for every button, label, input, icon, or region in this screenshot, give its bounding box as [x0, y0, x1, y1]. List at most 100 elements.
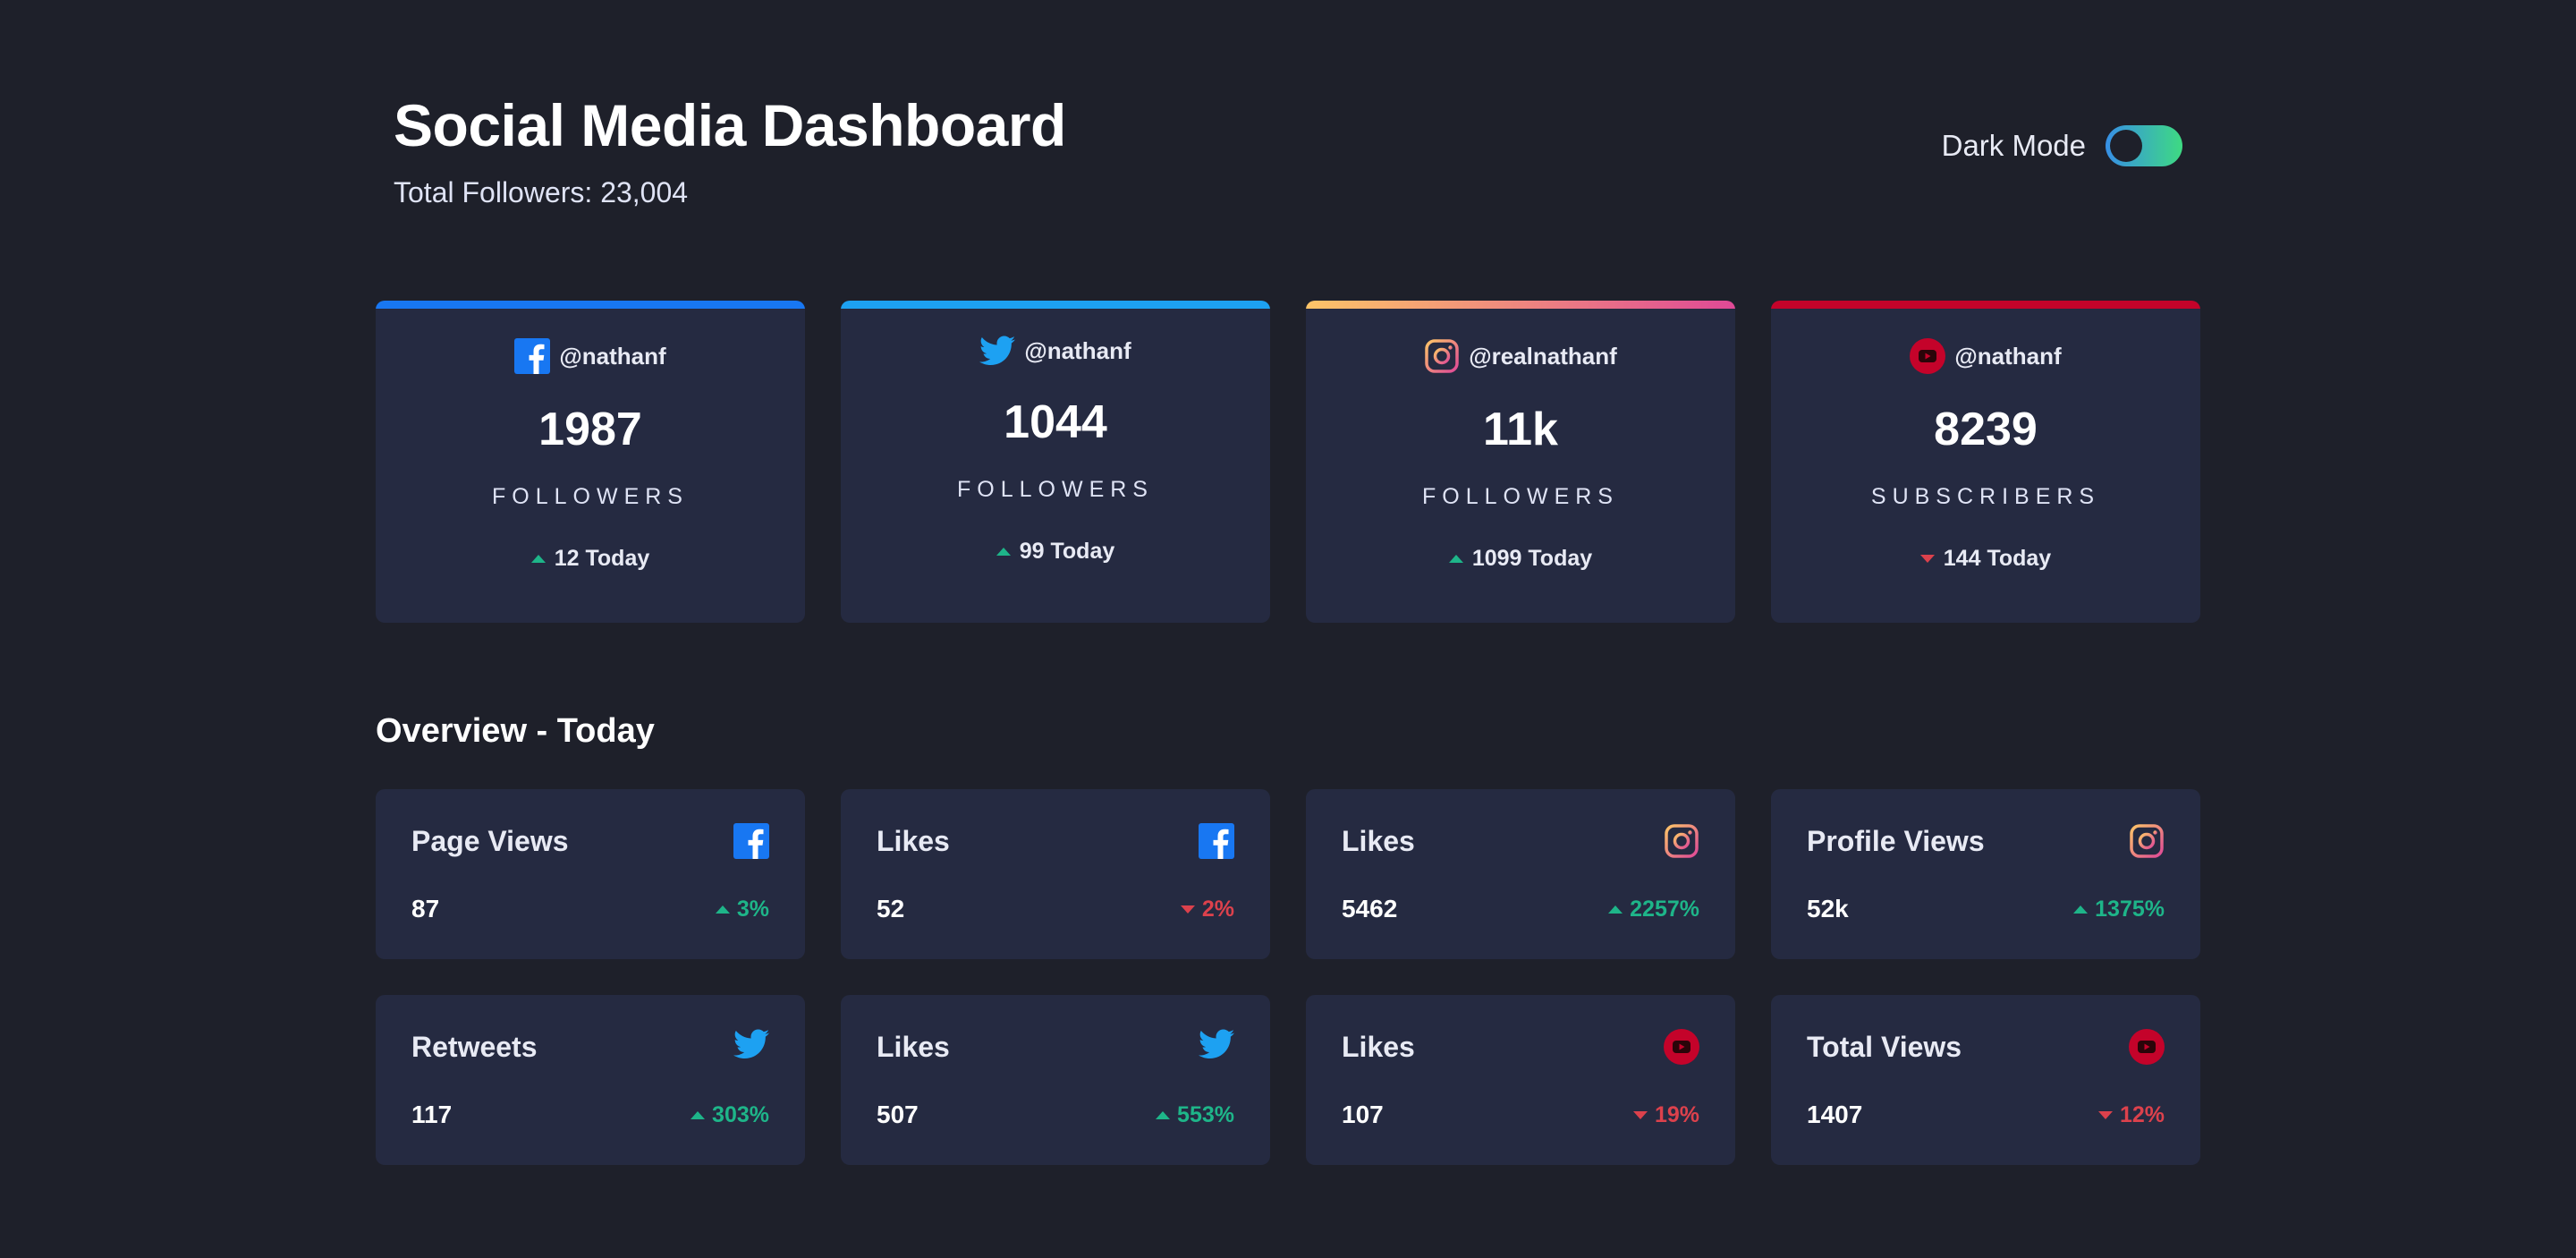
card-today-text: 144 Today: [1943, 546, 2052, 571]
instagram-icon: [2129, 823, 2165, 859]
overview-change-text: 12%: [2119, 1102, 2165, 1127]
overview-change-text: 19%: [1654, 1102, 1699, 1127]
card-twitter[interactable]: @nathanf 1044 FOLLOWERS 99 Today: [841, 301, 1270, 623]
card-count: 1987: [538, 404, 642, 455]
card-handle: @nathanf: [979, 331, 1131, 370]
page-title: Social Media Dashboard: [394, 92, 1066, 158]
card-handle-text: @nathanf: [1024, 336, 1131, 364]
overview-card[interactable]: Retweets 117 303%: [376, 995, 805, 1165]
youtube-icon: [1910, 338, 1946, 374]
instagram-icon: [1424, 338, 1460, 374]
card-today-text: 1099 Today: [1471, 546, 1593, 571]
overview-card[interactable]: Likes 5462 2257%: [1306, 789, 1735, 959]
card-handle: @nathanf: [514, 336, 666, 376]
card-handle-text: @nathanf: [1954, 342, 2062, 370]
overview-value: 107: [1342, 1101, 1384, 1128]
overview-change: 3%: [715, 897, 769, 922]
card-today-text: 12 Today: [554, 546, 650, 571]
overview-change: 1375%: [2073, 897, 2165, 922]
dashboard-header: Social Media Dashboard Total Followers: …: [394, 89, 1066, 209]
overview-value: 1407: [1807, 1101, 1863, 1128]
overview-card[interactable]: Likes 507 553%: [841, 995, 1270, 1165]
card-handle-text: @realnathanf: [1469, 342, 1617, 370]
card-youtube[interactable]: @nathanf 8239 SUBSCRIBERS 144 Today: [1771, 301, 2200, 623]
overview-card[interactable]: Likes 107 19%: [1306, 995, 1735, 1165]
up-arrow-icon: [530, 555, 546, 563]
card-count: 1044: [1004, 396, 1107, 448]
card-today: 1099 Today: [1448, 546, 1593, 572]
dark-mode-label: Dark Mode: [1941, 129, 2086, 162]
overview-change-text: 1375%: [2095, 897, 2165, 922]
facebook-icon: [1199, 823, 1234, 859]
overview-value: 507: [877, 1101, 919, 1128]
card-handle: @realnathanf: [1424, 336, 1617, 376]
card-facebook[interactable]: @nathanf 1987 FOLLOWERS 12 Today: [376, 301, 805, 623]
card-accent-bar: [1771, 301, 2200, 309]
overview-change: 303%: [691, 1102, 769, 1128]
overview-label: Likes: [877, 825, 950, 857]
card-label: FOLLOWERS: [957, 477, 1154, 502]
overview-label: Total Views: [1807, 1031, 1962, 1063]
card-today: 99 Today: [996, 539, 1115, 565]
facebook-icon: [514, 338, 551, 374]
card-instagram[interactable]: @realnathanf 11k FOLLOWERS 1099 Today: [1306, 301, 1735, 623]
overview-card[interactable]: Page Views 87 3%: [376, 789, 805, 959]
twitter-icon: [733, 1029, 769, 1059]
down-arrow-icon: [1632, 1111, 1648, 1119]
card-accent-bar: [841, 301, 1270, 309]
overview-change: 12%: [2097, 1102, 2165, 1128]
toggle-knob: [2110, 130, 2142, 162]
card-count: 11k: [1483, 404, 1558, 455]
overview-change: 2257%: [1608, 897, 1699, 922]
card-label: FOLLOWERS: [492, 484, 689, 509]
overview-card[interactable]: Total Views 1407 12%: [1771, 995, 2200, 1165]
card-accent-bar: [376, 301, 805, 309]
down-arrow-icon: [1180, 905, 1195, 914]
overview-value: 5462: [1342, 895, 1398, 922]
dark-mode-toggle-group: Dark Mode: [1942, 125, 2182, 166]
up-arrow-icon: [715, 905, 730, 914]
overview-change: 2%: [1180, 897, 1234, 922]
down-arrow-icon: [2097, 1111, 2113, 1119]
overview-grid: Page Views 87 3% Likes 52 2% Likes 5462 …: [376, 789, 2200, 1165]
overview-title: Overview - Today: [376, 712, 655, 750]
overview-change-text: 3%: [736, 897, 769, 922]
overview-change-text: 303%: [712, 1102, 769, 1127]
overview-change-text: 2257%: [1630, 897, 1699, 922]
dark-mode-toggle[interactable]: [2106, 125, 2182, 166]
instagram-icon: [1664, 823, 1699, 859]
card-today-text: 99 Today: [1019, 539, 1115, 564]
up-arrow-icon: [996, 548, 1011, 556]
card-label: SUBSCRIBERS: [1870, 484, 2101, 509]
up-arrow-icon: [2073, 905, 2089, 914]
card-today: 12 Today: [530, 546, 650, 572]
up-arrow-icon: [1156, 1111, 1171, 1119]
total-followers: Total Followers: 23,004: [394, 176, 689, 208]
overview-change: 19%: [1632, 1102, 1699, 1128]
overview-label: Retweets: [411, 1031, 538, 1063]
card-handle-text: @nathanf: [559, 342, 666, 370]
overview-change-text: 553%: [1177, 1102, 1234, 1127]
overview-label: Page Views: [411, 825, 569, 857]
overview-card[interactable]: Profile Views 52k 1375%: [1771, 789, 2200, 959]
youtube-icon: [1664, 1029, 1699, 1065]
overview-value: 117: [411, 1101, 453, 1128]
up-arrow-icon: [691, 1111, 706, 1119]
overview-value: 52k: [1807, 895, 1849, 922]
youtube-icon: [2129, 1029, 2165, 1065]
overview-change: 553%: [1156, 1102, 1234, 1128]
card-accent-bar: [1306, 301, 1735, 309]
facebook-icon: [733, 823, 769, 859]
overview-value: 52: [877, 895, 905, 922]
overview-label: Profile Views: [1807, 825, 1985, 857]
overview-label: Likes: [1342, 1031, 1415, 1063]
overview-change-text: 2%: [1201, 897, 1234, 922]
overview-label: Likes: [1342, 825, 1415, 857]
up-arrow-icon: [1448, 555, 1463, 563]
twitter-icon: [979, 336, 1016, 366]
card-count: 8239: [1934, 404, 2038, 455]
overview-card[interactable]: Likes 52 2%: [841, 789, 1270, 959]
up-arrow-icon: [1608, 905, 1623, 914]
overview-label: Likes: [877, 1031, 950, 1063]
twitter-icon: [1199, 1029, 1234, 1059]
